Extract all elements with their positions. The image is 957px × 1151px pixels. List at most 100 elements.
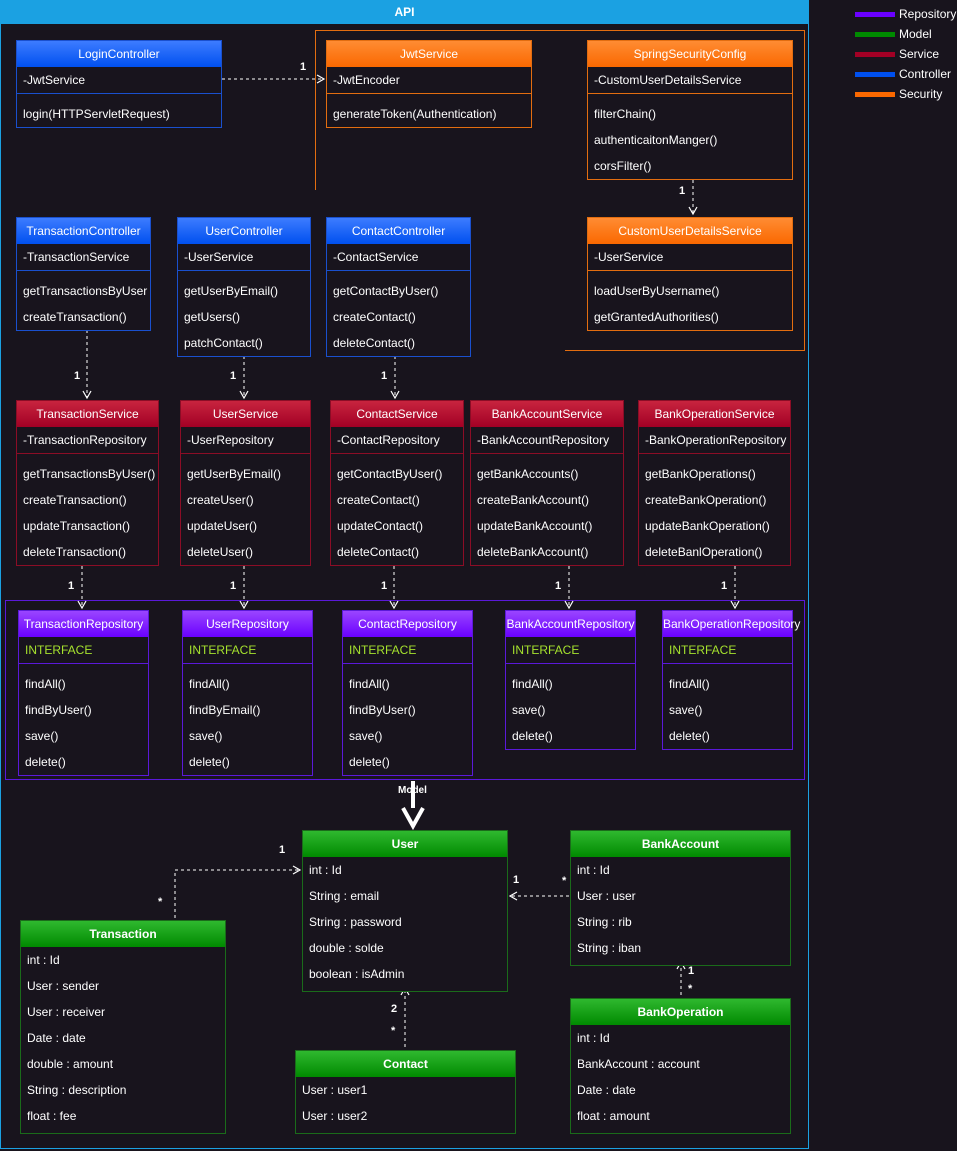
mult-banksvc-bankrepo: 1 xyxy=(555,580,562,592)
class-method: patchContact() xyxy=(184,336,263,350)
class-field: -UserService xyxy=(594,250,664,264)
class-divider xyxy=(17,453,158,461)
class-user-controller: UserController -UserService getUserByEmail… xyxy=(177,217,311,357)
class-field: int : Id xyxy=(577,863,610,877)
class-method: delete() xyxy=(189,755,230,769)
class-name: BankAccount xyxy=(571,831,790,857)
class-method: getBankOperations() xyxy=(645,467,756,481)
class-method: deleteBanlOperation() xyxy=(645,545,763,559)
class-field: User : sender xyxy=(27,979,100,993)
class-field: -CustomUserDetailsService xyxy=(594,73,742,87)
mult-userctrl-usersvc: 1 xyxy=(230,370,237,382)
class-method: createTransaction() xyxy=(23,310,127,324)
interface-stereotype: INTERFACE xyxy=(512,643,580,657)
class-method: updateContact() xyxy=(337,519,424,533)
mult-security-custom: 1 xyxy=(679,185,686,197)
class-method: findByUser() xyxy=(25,703,92,717)
class-method: deleteContact() xyxy=(333,336,416,350)
class-field: -TransactionRepository xyxy=(23,433,147,447)
class-method: findAll() xyxy=(669,677,710,691)
class-transaction-service: TransactionService -TransactionRepository… xyxy=(16,400,159,566)
interface-stereotype: INTERFACE xyxy=(25,643,93,657)
mult-bank-user-many: * xyxy=(562,875,567,887)
class-bank-account: BankAccount int : Id User : user String : r… xyxy=(570,830,791,966)
class-divider xyxy=(17,93,221,101)
class-method: delete() xyxy=(512,729,553,743)
class-method: createContact() xyxy=(333,310,416,324)
class-divider xyxy=(471,453,623,461)
class-method: deleteUser() xyxy=(187,545,254,559)
class-field: -TransactionService xyxy=(23,250,130,264)
class-method: getBankAccounts() xyxy=(477,467,579,481)
class-bank-account-repository: BankAccountRepository INTERFACE findAll() s… xyxy=(505,610,636,750)
class-name: CustomUserDetailsService xyxy=(588,218,792,244)
class-user-service: UserService -UserRepository getUserByEmail… xyxy=(180,400,311,566)
class-method: findAll() xyxy=(189,677,230,691)
class-method: deleteContact() xyxy=(337,545,420,559)
class-method: delete() xyxy=(349,755,390,769)
class-field: int : Id xyxy=(27,953,60,967)
class-method: getTransactionsByUser xyxy=(23,284,148,298)
class-contact-service: ContactService -ContactRepository getConta… xyxy=(330,400,464,566)
class-method: updateUser() xyxy=(187,519,258,533)
class-divider xyxy=(327,93,531,101)
class-name: BankOperationRepository xyxy=(663,611,800,637)
class-divider xyxy=(178,270,310,278)
class-method: getUsers() xyxy=(184,310,241,324)
class-field: boolean : isAdmin xyxy=(309,967,405,981)
legend-label: Controller xyxy=(899,67,952,81)
class-transaction-controller: TransactionController -TransactionService… xyxy=(16,217,151,331)
class-name: TransactionController xyxy=(17,218,150,244)
class-divider xyxy=(183,663,312,671)
class-field: User : user xyxy=(577,889,636,903)
class-bank-operation: BankOperation int : Id BankAccount : accou… xyxy=(570,998,791,1134)
mult-op-bank-many: * xyxy=(688,983,693,995)
class-method: save() xyxy=(669,703,703,717)
class-field: -ContactService xyxy=(333,250,419,264)
class-contact: Contact User : user1 User : user2 xyxy=(295,1050,516,1134)
class-field: Date : date xyxy=(27,1031,86,1045)
class-transaction-repository: TransactionRepository INTERFACE findAll() f… xyxy=(18,610,149,776)
class-name: ContactService xyxy=(331,401,463,427)
legend-swatch xyxy=(855,92,895,97)
mult-tx-user-one: 1 xyxy=(279,844,286,856)
class-divider xyxy=(588,93,792,101)
class-method: save() xyxy=(349,729,383,743)
class-field: int : Id xyxy=(309,863,342,877)
class-method: save() xyxy=(512,703,546,717)
class-field: User : receiver xyxy=(27,1005,106,1019)
mult-contactsvc-contactrepo: 1 xyxy=(381,580,388,592)
legend-label: Repository xyxy=(899,7,957,21)
class-divider xyxy=(639,453,790,461)
class-name: UserRepository xyxy=(183,611,312,637)
class-name: JwtService xyxy=(327,41,531,67)
mult-txsvc-txrepo: 1 xyxy=(68,580,75,592)
class-transaction: Transaction int : Id User : sender User : r… xyxy=(20,920,226,1134)
class-field: String : iban xyxy=(577,941,642,955)
class-name: BankOperationService xyxy=(639,401,790,427)
interface-stereotype: INTERFACE xyxy=(349,643,417,657)
class-method: save() xyxy=(189,729,223,743)
class-field: -JwtService xyxy=(23,73,86,87)
class-method: corsFilter() xyxy=(594,159,652,173)
class-method: findAll() xyxy=(349,677,390,691)
class-bank-operation-service: BankOperationService -BankOperationReposi… xyxy=(638,400,791,566)
class-bank-account-service: BankAccountService -BankAccountRepository… xyxy=(470,400,624,566)
class-field: -BankAccountRepository xyxy=(477,433,610,447)
class-method: updateTransaction() xyxy=(23,519,130,533)
class-field: String : password xyxy=(309,915,402,929)
legend-swatch xyxy=(855,32,895,37)
class-field: double : solde xyxy=(309,941,384,955)
class-name: ContactController xyxy=(327,218,470,244)
class-name: BankAccountService xyxy=(471,401,623,427)
class-name: ContactRepository xyxy=(343,611,472,637)
class-name: TransactionService xyxy=(17,401,158,427)
class-method: deleteBankAccount() xyxy=(477,545,589,559)
class-method: login(HTTPServletRequest) xyxy=(23,107,170,121)
class-method: updateBankAccount() xyxy=(477,519,593,533)
class-method: findByEmail() xyxy=(189,703,261,717)
class-field: User : user1 xyxy=(302,1083,368,1097)
mult-login-jwt: 1 xyxy=(300,61,307,73)
class-method: getUserByEmail() xyxy=(187,467,282,481)
class-field: float : fee xyxy=(27,1109,77,1123)
